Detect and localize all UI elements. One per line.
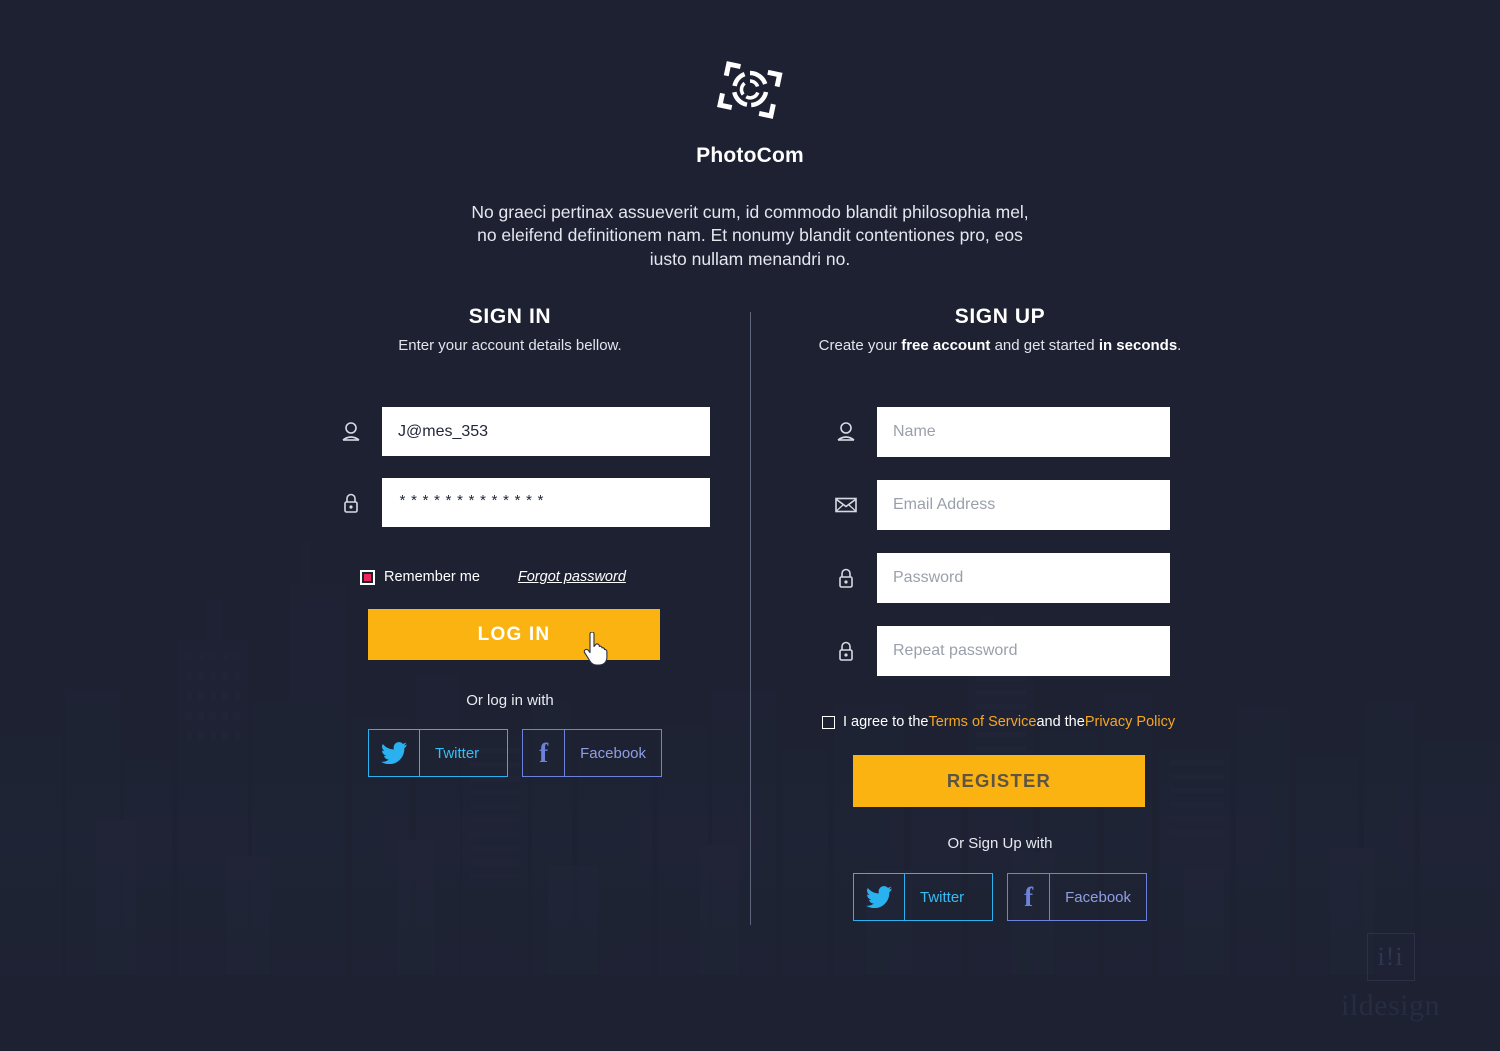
signup-title: SIGN UP — [954, 305, 1046, 328]
username-field-row — [340, 407, 710, 456]
signup-twitter-button[interactable]: Twitter — [853, 873, 993, 921]
signup-subtitle-part1: Create your — [818, 337, 902, 354]
lock-icon — [835, 638, 857, 664]
signin-title: SIGN IN — [468, 305, 552, 328]
remember-me-label: Remember me — [384, 569, 480, 585]
signup-password-field-row — [835, 553, 1170, 603]
signin-twitter-button[interactable]: Twitter — [368, 729, 508, 777]
signup-subtitle-bold2: in seconds — [1098, 337, 1178, 354]
signup-repeat-password-input[interactable] — [877, 626, 1170, 676]
signup-column: SIGN UP Create your free account and get… — [750, 305, 1250, 921]
name-field-row — [835, 407, 1170, 457]
facebook-icon: f — [539, 737, 549, 768]
terms-agreement-row: I agree to the Terms of Service and the … — [822, 714, 1175, 730]
lock-icon — [835, 565, 857, 591]
signin-twitter-label: Twitter — [419, 730, 494, 776]
terms-middle: and the — [1036, 714, 1085, 730]
signup-subtitle-part3: . — [1177, 337, 1182, 354]
signup-subtitle: Create your free account and get started… — [750, 337, 1250, 354]
signup-password-input[interactable] — [877, 553, 1170, 603]
signup-email-input[interactable] — [877, 480, 1170, 530]
ildesign-watermark: i!i ildesign — [1341, 933, 1440, 1021]
forgot-password-link[interactable]: Forgot password — [518, 569, 626, 585]
signin-username-input[interactable] — [382, 407, 710, 456]
brand-title: PhotoCom — [696, 144, 804, 167]
signup-header: SIGN UP Create your free account and get… — [750, 305, 1250, 354]
facebook-icon: f — [1024, 881, 1034, 912]
page-header: PhotoCom No graeci pertinax assueverit c… — [0, 0, 1500, 271]
user-icon — [835, 419, 857, 445]
signup-subtitle-part2: and get started — [990, 337, 1099, 354]
terms-of-service-link[interactable]: Terms of Service — [928, 714, 1036, 730]
remember-me-checkbox[interactable] — [360, 569, 375, 585]
signup-facebook-button[interactable]: f Facebook — [1007, 873, 1147, 921]
privacy-policy-link[interactable]: Privacy Policy — [1085, 714, 1175, 730]
password-field-row — [340, 478, 710, 527]
signup-name-input[interactable] — [877, 407, 1170, 457]
signup-form — [835, 407, 1170, 676]
lock-icon — [340, 490, 362, 516]
column-divider — [750, 312, 751, 925]
watermark-text: ildesign — [1341, 989, 1440, 1022]
signin-social-row: Twitter f Facebook — [368, 729, 662, 777]
signin-password-input[interactable] — [382, 478, 710, 527]
signup-subtitle-bold1: free account — [901, 337, 991, 354]
terms-prefix: I agree to the — [843, 714, 929, 730]
signin-form — [340, 407, 710, 527]
envelope-icon — [835, 492, 857, 518]
register-button[interactable]: REGISTER — [853, 755, 1145, 807]
signin-subtitle: Enter your account details bellow. — [398, 337, 622, 354]
user-icon — [340, 419, 362, 445]
signup-or-label: Or Sign Up with — [947, 835, 1053, 852]
twitter-icon — [854, 874, 904, 920]
signin-column: SIGN IN Enter your account details bello… — [270, 305, 750, 777]
signin-facebook-button[interactable]: f Facebook — [522, 729, 662, 777]
twitter-icon — [369, 730, 419, 776]
signup-social-row: Twitter f Facebook — [853, 873, 1147, 921]
signin-header: SIGN IN Enter your account details bello… — [270, 305, 750, 354]
terms-checkbox[interactable] — [822, 715, 835, 729]
signin-or-label: Or log in with — [466, 692, 554, 709]
signin-facebook-label: Facebook — [564, 730, 661, 776]
intro-text: No graeci pertinax assueverit cum, id co… — [471, 202, 1029, 269]
signin-options-row: Remember me Forgot password — [360, 569, 626, 585]
signup-twitter-label: Twitter — [904, 874, 979, 920]
login-page: PhotoCom No graeci pertinax assueverit c… — [0, 0, 1500, 1051]
signup-facebook-label: Facebook — [1049, 874, 1146, 920]
camera-focus-icon — [717, 61, 783, 119]
login-button[interactable]: LOG IN — [368, 609, 660, 660]
signup-repeat-password-field-row — [835, 626, 1170, 676]
auth-columns: SIGN IN Enter your account details bello… — [0, 305, 1500, 945]
email-field-row — [835, 480, 1170, 530]
